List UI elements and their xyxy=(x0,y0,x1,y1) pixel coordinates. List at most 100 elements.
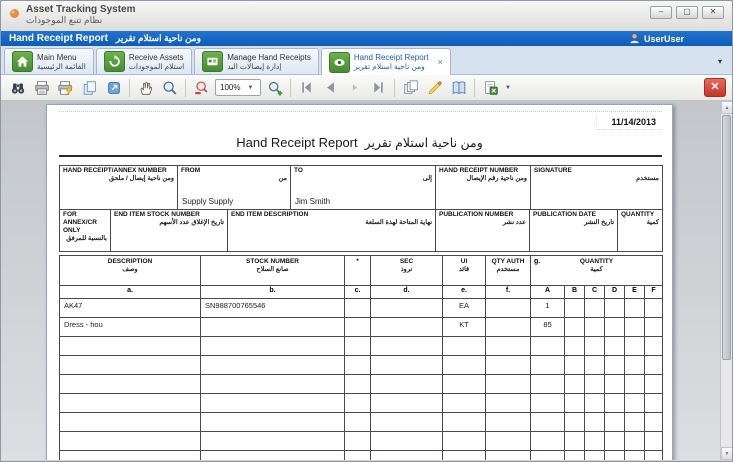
scroll-up-icon[interactable]: ▲ xyxy=(721,101,732,114)
subcol-f: F xyxy=(645,286,663,299)
field-publication-number: PUBLICATION NUMBER عدد نشر xyxy=(436,210,530,252)
magnifier-icon[interactable] xyxy=(159,77,180,98)
subcol-a: A xyxy=(531,286,565,299)
table-row-empty xyxy=(60,337,663,356)
prev-page-icon[interactable] xyxy=(320,77,341,98)
field-to: TO إلى Jim Smith xyxy=(291,166,436,210)
field-receipt-number: HAND RECEIPT NUMBER ومن ناحية رقم الإيصا… xyxy=(436,166,531,210)
tab-strip: Main Menuالقائمة الرئيسية Receive Assets… xyxy=(1,46,732,75)
table-row: Dress - hou KT 85 xyxy=(60,318,663,337)
toolbar-separator xyxy=(394,79,395,97)
field-signature: SIGNATURE مستخدم xyxy=(531,166,663,210)
zoom-in-icon[interactable] xyxy=(264,77,285,98)
window-title-arabic: نظام تتبع الموجودات xyxy=(26,15,136,26)
table-row-empty xyxy=(60,394,663,413)
refresh-icon xyxy=(104,51,125,72)
col-description: DESCRIPTIONوصف xyxy=(60,256,201,286)
field-value: Jim Smith xyxy=(295,197,330,206)
field-annex-number: HAND RECEIPT/ANNEX NUMBER ومن ناحية إيصا… xyxy=(60,166,178,210)
items-table: DESCRIPTIONوصف STOCK NUMBERصانع السلاح *… xyxy=(59,255,663,460)
user-account[interactable]: UserUser xyxy=(629,33,684,44)
table-header-row: DESCRIPTIONوصف STOCK NUMBERصانع السلاح *… xyxy=(60,256,663,286)
export-window-icon[interactable] xyxy=(103,77,124,98)
window-title: Asset Tracking System xyxy=(26,4,136,15)
col-qty-auth: QTY AUTHمستخدم xyxy=(486,256,531,286)
toolbar-separator xyxy=(185,79,186,97)
report-title-arabic: ومن ناحية استلام تقرير xyxy=(365,136,483,150)
col-star: * xyxy=(345,256,371,286)
col-quantity-group: g. QUANTITY كمية xyxy=(531,256,663,286)
tab-hand-receipt-report[interactable]: Hand Receipt Reportومن ناحية استلام تقري… xyxy=(321,48,451,75)
report-date-row: 11/14/2013 xyxy=(59,111,662,130)
search-binoculars-icon[interactable] xyxy=(7,77,28,98)
report-title: Hand Receipt Reportومن ناحية استلام تقري… xyxy=(47,135,672,150)
export-document-icon[interactable] xyxy=(480,77,501,98)
subcol-d: D xyxy=(605,286,625,299)
eye-icon xyxy=(329,52,350,73)
home-icon xyxy=(12,51,33,72)
card-icon xyxy=(202,51,223,72)
report-date: 11/14/2013 xyxy=(596,115,662,130)
app-icon xyxy=(8,7,21,25)
page-title: Hand Receipt Report xyxy=(9,33,108,44)
copy-page-icon[interactable] xyxy=(79,77,100,98)
title-divider xyxy=(59,155,662,157)
table-row-empty xyxy=(60,432,663,451)
toolbar-separator xyxy=(129,79,130,97)
scrollbar-thumb[interactable] xyxy=(722,115,731,360)
next-page-icon[interactable] xyxy=(344,77,365,98)
subcol-c: C xyxy=(585,286,605,299)
username: UserUser xyxy=(644,34,684,44)
col-stock-number: STOCK NUMBERصانع السلاح xyxy=(201,256,345,286)
zoom-level-value: 100% xyxy=(220,83,240,92)
highlight-pen-icon[interactable] xyxy=(424,77,445,98)
export-dropdown-icon[interactable]: ▼ xyxy=(505,85,511,91)
chevron-down-icon: ▼ xyxy=(247,85,253,91)
field-publication-date: PUBLICATION DATE تاريخ النشر xyxy=(530,210,618,252)
table-row-empty xyxy=(60,375,663,394)
scroll-down-icon[interactable]: ▼ xyxy=(721,447,732,460)
zoom-level-select[interactable]: 100% ▼ xyxy=(215,79,261,96)
book-view-icon[interactable] xyxy=(448,77,469,98)
form-row-1: HAND RECEIPT/ANNEX NUMBER ومن ناحية إيصا… xyxy=(59,165,663,210)
field-end-item-description: END ITEM DESCRIPTION نهاية المتاحة لهذة … xyxy=(228,210,436,252)
pan-hand-icon[interactable] xyxy=(135,77,156,98)
tab-receive-assets[interactable]: Receive Assetsاستلام الموجودات xyxy=(96,48,192,74)
multi-page-view-icon[interactable] xyxy=(400,77,421,98)
quantity-letter: g. xyxy=(534,258,540,265)
field-quantity: QUANTITY كمية xyxy=(618,210,663,252)
form-row-2: FOR ANNEX/CR ONLY بالنسبة للمرفق END ITE… xyxy=(59,209,663,252)
tab-label: Manage Hand Receipts xyxy=(227,53,311,62)
tab-close-icon[interactable]: × xyxy=(438,57,443,67)
field-from: FROM من Supply Supply xyxy=(178,166,291,210)
print-setup-icon[interactable] xyxy=(31,77,52,98)
document-area: 11/14/2013 Hand Receipt Reportومن ناحية … xyxy=(1,101,732,460)
tab-label-arabic: ومن ناحية استلام تقرير xyxy=(354,62,429,71)
minimize-button[interactable]: – xyxy=(650,6,672,19)
last-page-icon[interactable] xyxy=(368,77,389,98)
table-letters-row: a. b. c. d. e. f. A B C D E F xyxy=(60,286,663,299)
field-for-annex: FOR ANNEX/CR ONLY بالنسبة للمرفق xyxy=(60,210,111,252)
table-row-empty xyxy=(60,451,663,461)
tab-label-arabic: إدارة إيصالات اليد xyxy=(227,62,311,71)
zoom-out-icon[interactable] xyxy=(191,77,212,98)
maximize-button[interactable]: ▢ xyxy=(676,6,698,19)
page-title-arabic: ومن ناحية استلام تقرير xyxy=(116,33,201,44)
tab-overflow-icon[interactable]: ▾ xyxy=(718,57,722,66)
first-page-icon[interactable] xyxy=(296,77,317,98)
tab-manage-hand-receipts[interactable]: Manage Hand Receiptsإدارة إيصالات اليد xyxy=(194,48,319,74)
table-row: AK47 SN988700765546 EA 1 xyxy=(60,299,663,318)
vertical-scrollbar[interactable]: ▲ ▼ xyxy=(720,101,732,460)
tab-main-menu[interactable]: Main Menuالقائمة الرئيسية xyxy=(4,48,94,74)
quick-print-icon[interactable] xyxy=(55,77,76,98)
user-icon xyxy=(629,33,640,44)
subcol-b: B xyxy=(565,286,585,299)
tab-label: Main Menu xyxy=(37,53,86,62)
tab-label: Receive Assets xyxy=(129,53,184,62)
tab-label: Hand Receipt Report xyxy=(354,53,429,62)
close-preview-button[interactable]: ✕ xyxy=(704,78,726,97)
toolbar-separator xyxy=(290,79,291,97)
subcol-e: E xyxy=(625,286,645,299)
toolbar-separator xyxy=(474,79,475,97)
close-button[interactable]: ✕ xyxy=(702,6,724,19)
